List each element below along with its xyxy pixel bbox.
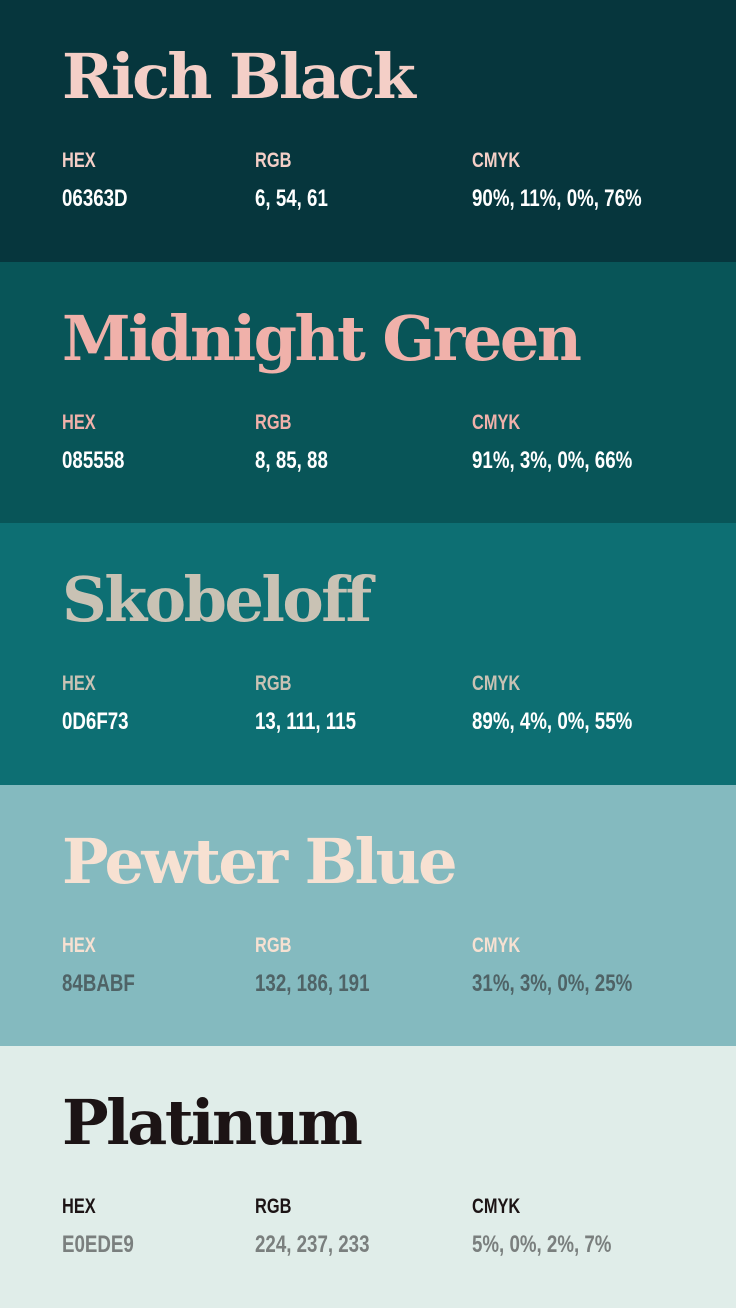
cmyk-label: CMYK [472,672,521,696]
hex-value: 84BABF [62,969,135,997]
hex-value: 0D6F73 [62,708,129,736]
cmyk-value: 31%, 3%, 0%, 25% [472,969,633,997]
swatch-name: Pewter Blue [62,824,458,898]
swatch-name: Skobeloff [62,563,372,637]
hex-value: E0EDE9 [62,1231,134,1259]
swatch-platinum: Platinum HEX RGB CMYK E0EDE9 224, 237, 2… [0,1046,736,1308]
cmyk-label: CMYK [472,933,521,957]
rgb-label: RGB [255,933,292,957]
hex-label: HEX [62,149,96,172]
hex-value: 06363D [62,185,128,212]
swatch-midnight-green: Midnight Green HEX RGB CMYK 085558 8, 85… [0,261,736,524]
rgb-value: 224, 237, 233 [255,1231,370,1259]
hex-label: HEX [62,672,96,696]
rgb-label: RGB [255,672,292,696]
swatch-rich-black: Rich Black HEX RGB CMYK 06363D 6, 54, 61… [0,0,736,262]
cmyk-label: CMYK [472,410,521,434]
swatch-skobeloff: Skobeloff HEX RGB CMYK 0D6F73 13, 111, 1… [0,523,736,785]
swatch-name: Midnight Green [62,301,582,375]
rgb-value: 13, 111, 115 [255,708,356,736]
cmyk-label: CMYK [472,1195,521,1219]
swatch-name: Platinum [62,1086,363,1160]
color-palette: Rich Black HEX RGB CMYK 06363D 6, 54, 61… [0,0,736,1308]
cmyk-value: 89%, 4%, 0%, 55% [472,708,633,736]
rgb-value: 132, 186, 191 [255,969,370,997]
rgb-label: RGB [255,410,292,434]
rgb-value: 6, 54, 61 [255,185,328,212]
rgb-label: RGB [255,149,292,172]
cmyk-value: 90%, 11%, 0%, 76% [472,185,642,212]
cmyk-value: 91%, 3%, 0%, 66% [472,446,633,474]
hex-label: HEX [62,410,96,434]
cmyk-label: CMYK [472,149,521,172]
hex-value: 085558 [62,446,125,474]
rgb-label: RGB [255,1195,292,1219]
swatch-name: Rich Black [62,40,416,113]
cmyk-value: 5%, 0%, 2%, 7% [472,1231,612,1259]
hex-label: HEX [62,933,96,957]
rgb-value: 8, 85, 88 [255,446,328,474]
hex-label: HEX [62,1195,96,1219]
swatch-pewter-blue: Pewter Blue HEX RGB CMYK 84BABF 132, 186… [0,784,736,1047]
